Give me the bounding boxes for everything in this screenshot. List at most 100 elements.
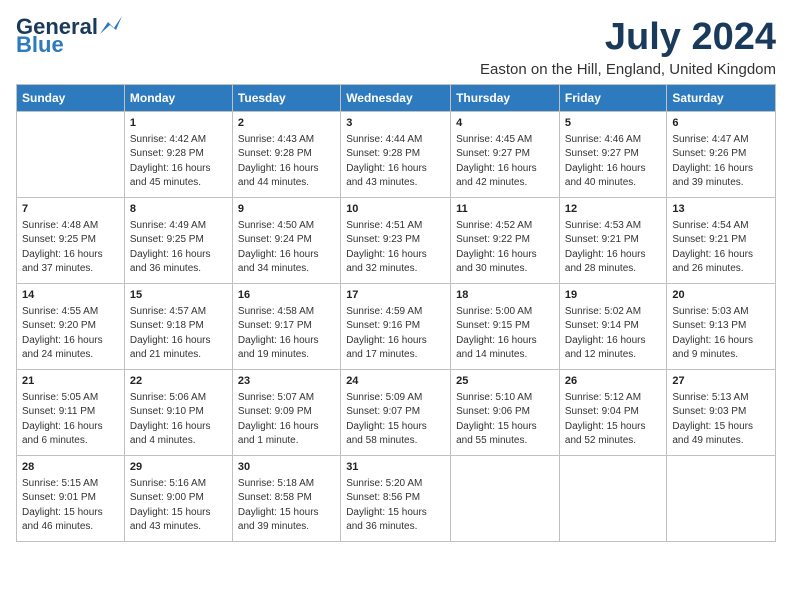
day-info: Sunrise: 4:52 AM Sunset: 9:22 PM Dayligh…: [456, 219, 554, 277]
day-cell: 29Sunrise: 5:16 AM Sunset: 9:00 PM Dayli…: [124, 456, 232, 542]
day-info: Sunrise: 4:53 AM Sunset: 9:21 PM Dayligh…: [565, 219, 661, 277]
day-cell: 4Sunrise: 4:45 AM Sunset: 9:27 PM Daylig…: [451, 112, 560, 198]
month-title: July 2024: [480, 16, 776, 59]
day-number: 22: [130, 374, 227, 390]
day-info: Sunrise: 5:00 AM Sunset: 9:15 PM Dayligh…: [456, 305, 554, 363]
calendar-table: SundayMondayTuesdayWednesdayThursdayFrid…: [16, 84, 776, 542]
day-cell: 2Sunrise: 4:43 AM Sunset: 9:28 PM Daylig…: [232, 112, 340, 198]
day-info: Sunrise: 5:18 AM Sunset: 8:58 PM Dayligh…: [238, 477, 335, 535]
week-row-1: 1Sunrise: 4:42 AM Sunset: 9:28 PM Daylig…: [17, 112, 776, 198]
day-cell: 16Sunrise: 4:58 AM Sunset: 9:17 PM Dayli…: [232, 284, 340, 370]
day-header-saturday: Saturday: [667, 85, 776, 112]
day-number: 6: [672, 116, 770, 132]
day-cell: [559, 456, 666, 542]
day-info: Sunrise: 4:55 AM Sunset: 9:20 PM Dayligh…: [22, 305, 119, 363]
day-number: 26: [565, 374, 661, 390]
header: General Blue July 2024 Easton on the Hil…: [16, 16, 776, 78]
week-row-4: 21Sunrise: 5:05 AM Sunset: 9:11 PM Dayli…: [17, 370, 776, 456]
day-header-monday: Monday: [124, 85, 232, 112]
day-number: 23: [238, 374, 335, 390]
day-cell: 6Sunrise: 4:47 AM Sunset: 9:26 PM Daylig…: [667, 112, 776, 198]
day-number: 14: [22, 288, 119, 304]
day-cell: 31Sunrise: 5:20 AM Sunset: 8:56 PM Dayli…: [341, 456, 451, 542]
day-cell: [667, 456, 776, 542]
day-cell: 19Sunrise: 5:02 AM Sunset: 9:14 PM Dayli…: [559, 284, 666, 370]
logo-blue-text: Blue: [16, 34, 64, 56]
day-info: Sunrise: 5:06 AM Sunset: 9:10 PM Dayligh…: [130, 391, 227, 449]
days-header-row: SundayMondayTuesdayWednesdayThursdayFrid…: [17, 85, 776, 112]
location-title: Easton on the Hill, England, United King…: [480, 61, 776, 78]
day-number: 20: [672, 288, 770, 304]
day-cell: 17Sunrise: 4:59 AM Sunset: 9:16 PM Dayli…: [341, 284, 451, 370]
day-header-tuesday: Tuesday: [232, 85, 340, 112]
day-number: 29: [130, 460, 227, 476]
day-number: 5: [565, 116, 661, 132]
day-number: 21: [22, 374, 119, 390]
day-info: Sunrise: 4:58 AM Sunset: 9:17 PM Dayligh…: [238, 305, 335, 363]
day-number: 18: [456, 288, 554, 304]
day-number: 9: [238, 202, 335, 218]
day-info: Sunrise: 5:09 AM Sunset: 9:07 PM Dayligh…: [346, 391, 445, 449]
day-number: 11: [456, 202, 554, 218]
day-info: Sunrise: 5:10 AM Sunset: 9:06 PM Dayligh…: [456, 391, 554, 449]
day-header-thursday: Thursday: [451, 85, 560, 112]
day-cell: 25Sunrise: 5:10 AM Sunset: 9:06 PM Dayli…: [451, 370, 560, 456]
day-header-wednesday: Wednesday: [341, 85, 451, 112]
day-info: Sunrise: 4:44 AM Sunset: 9:28 PM Dayligh…: [346, 133, 445, 191]
day-cell: 26Sunrise: 5:12 AM Sunset: 9:04 PM Dayli…: [559, 370, 666, 456]
day-cell: 23Sunrise: 5:07 AM Sunset: 9:09 PM Dayli…: [232, 370, 340, 456]
day-info: Sunrise: 5:12 AM Sunset: 9:04 PM Dayligh…: [565, 391, 661, 449]
day-info: Sunrise: 4:49 AM Sunset: 9:25 PM Dayligh…: [130, 219, 227, 277]
day-cell: 10Sunrise: 4:51 AM Sunset: 9:23 PM Dayli…: [341, 198, 451, 284]
day-info: Sunrise: 4:48 AM Sunset: 9:25 PM Dayligh…: [22, 219, 119, 277]
day-number: 7: [22, 202, 119, 218]
day-cell: 8Sunrise: 4:49 AM Sunset: 9:25 PM Daylig…: [124, 198, 232, 284]
day-info: Sunrise: 4:43 AM Sunset: 9:28 PM Dayligh…: [238, 133, 335, 191]
day-info: Sunrise: 4:54 AM Sunset: 9:21 PM Dayligh…: [672, 219, 770, 277]
day-info: Sunrise: 4:42 AM Sunset: 9:28 PM Dayligh…: [130, 133, 227, 191]
day-info: Sunrise: 5:15 AM Sunset: 9:01 PM Dayligh…: [22, 477, 119, 535]
day-cell: 30Sunrise: 5:18 AM Sunset: 8:58 PM Dayli…: [232, 456, 340, 542]
day-number: 25: [456, 374, 554, 390]
day-info: Sunrise: 5:07 AM Sunset: 9:09 PM Dayligh…: [238, 391, 335, 449]
day-info: Sunrise: 4:50 AM Sunset: 9:24 PM Dayligh…: [238, 219, 335, 277]
day-cell: 5Sunrise: 4:46 AM Sunset: 9:27 PM Daylig…: [559, 112, 666, 198]
day-number: 15: [130, 288, 227, 304]
day-cell: 27Sunrise: 5:13 AM Sunset: 9:03 PM Dayli…: [667, 370, 776, 456]
day-number: 10: [346, 202, 445, 218]
day-number: 17: [346, 288, 445, 304]
day-number: 16: [238, 288, 335, 304]
day-info: Sunrise: 5:03 AM Sunset: 9:13 PM Dayligh…: [672, 305, 770, 363]
day-cell: 9Sunrise: 4:50 AM Sunset: 9:24 PM Daylig…: [232, 198, 340, 284]
day-cell: 11Sunrise: 4:52 AM Sunset: 9:22 PM Dayli…: [451, 198, 560, 284]
day-cell: 21Sunrise: 5:05 AM Sunset: 9:11 PM Dayli…: [17, 370, 125, 456]
day-info: Sunrise: 4:46 AM Sunset: 9:27 PM Dayligh…: [565, 133, 661, 191]
week-row-5: 28Sunrise: 5:15 AM Sunset: 9:01 PM Dayli…: [17, 456, 776, 542]
day-cell: 1Sunrise: 4:42 AM Sunset: 9:28 PM Daylig…: [124, 112, 232, 198]
day-number: 24: [346, 374, 445, 390]
logo-bird-icon: [100, 16, 122, 34]
day-info: Sunrise: 4:45 AM Sunset: 9:27 PM Dayligh…: [456, 133, 554, 191]
day-number: 4: [456, 116, 554, 132]
week-row-3: 14Sunrise: 4:55 AM Sunset: 9:20 PM Dayli…: [17, 284, 776, 370]
day-info: Sunrise: 4:59 AM Sunset: 9:16 PM Dayligh…: [346, 305, 445, 363]
title-area: July 2024 Easton on the Hill, England, U…: [480, 16, 776, 78]
day-cell: 7Sunrise: 4:48 AM Sunset: 9:25 PM Daylig…: [17, 198, 125, 284]
day-cell: 28Sunrise: 5:15 AM Sunset: 9:01 PM Dayli…: [17, 456, 125, 542]
day-cell: 22Sunrise: 5:06 AM Sunset: 9:10 PM Dayli…: [124, 370, 232, 456]
day-info: Sunrise: 4:57 AM Sunset: 9:18 PM Dayligh…: [130, 305, 227, 363]
day-info: Sunrise: 5:13 AM Sunset: 9:03 PM Dayligh…: [672, 391, 770, 449]
week-row-2: 7Sunrise: 4:48 AM Sunset: 9:25 PM Daylig…: [17, 198, 776, 284]
day-number: 12: [565, 202, 661, 218]
day-info: Sunrise: 4:47 AM Sunset: 9:26 PM Dayligh…: [672, 133, 770, 191]
day-info: Sunrise: 4:51 AM Sunset: 9:23 PM Dayligh…: [346, 219, 445, 277]
day-cell: 24Sunrise: 5:09 AM Sunset: 9:07 PM Dayli…: [341, 370, 451, 456]
logo: General Blue: [16, 16, 122, 56]
day-cell: 3Sunrise: 4:44 AM Sunset: 9:28 PM Daylig…: [341, 112, 451, 198]
day-number: 3: [346, 116, 445, 132]
day-cell: 12Sunrise: 4:53 AM Sunset: 9:21 PM Dayli…: [559, 198, 666, 284]
day-info: Sunrise: 5:20 AM Sunset: 8:56 PM Dayligh…: [346, 477, 445, 535]
day-number: 2: [238, 116, 335, 132]
day-number: 1: [130, 116, 227, 132]
day-info: Sunrise: 5:16 AM Sunset: 9:00 PM Dayligh…: [130, 477, 227, 535]
